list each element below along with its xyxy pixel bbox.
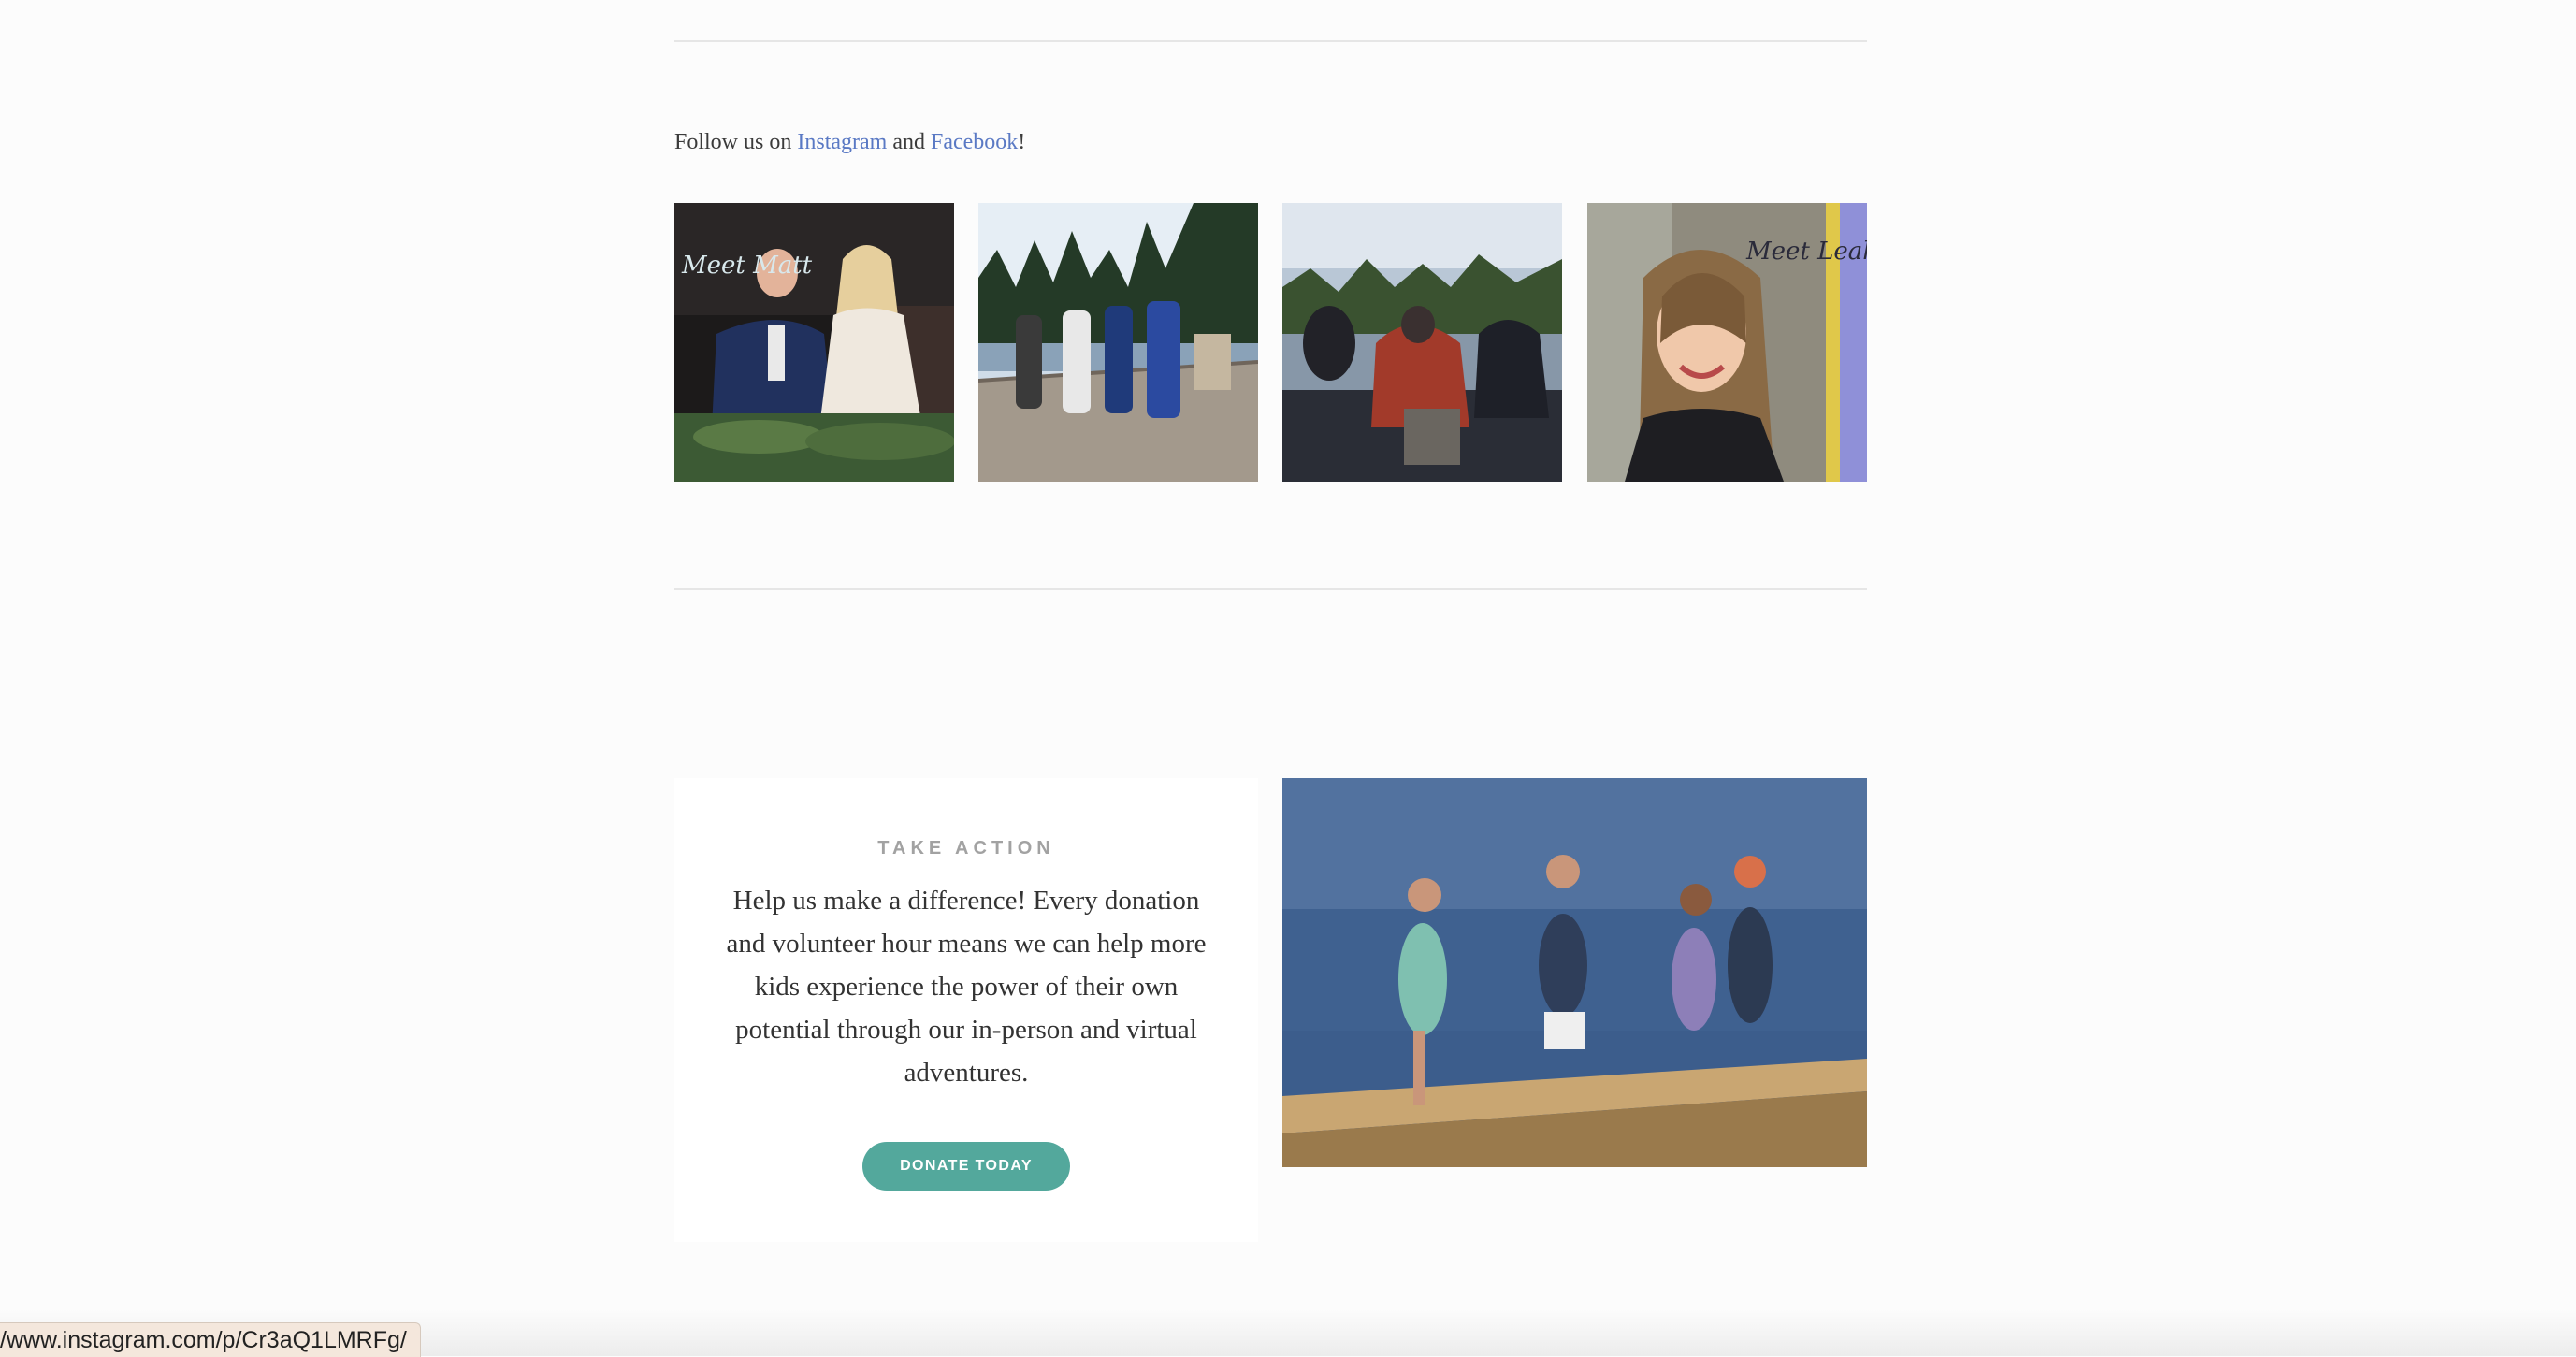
post-1-overlay-text: Meet Matt	[681, 252, 813, 280]
social-follow-text: Follow us on Instagram and Facebook!	[674, 125, 1025, 159]
instagram-post-4[interactable]: Meet Leah	[1587, 203, 1867, 482]
facebook-link[interactable]: Facebook	[931, 130, 1018, 154]
instagram-post-1-image: Meet Matt	[674, 203, 954, 482]
follow-middle: and	[887, 130, 931, 154]
follow-prefix: Follow us on	[674, 130, 798, 154]
instagram-post-1[interactable]: Meet Matt	[674, 203, 954, 482]
instagram-post-2[interactable]	[978, 203, 1258, 482]
take-action-photo	[1282, 778, 1867, 1167]
take-action-card: TAKE ACTION Help us make a difference! E…	[674, 778, 1258, 1242]
instagram-post-3[interactable]	[1282, 203, 1562, 482]
take-action-photo-image	[1282, 778, 1867, 1167]
donate-today-button[interactable]: DONATE TODAY	[862, 1142, 1070, 1191]
divider-top	[674, 40, 1867, 42]
instagram-post-3-image	[1282, 203, 1562, 482]
instagram-post-4-image: Meet Leah	[1587, 203, 1867, 482]
follow-suffix: !	[1018, 130, 1026, 154]
take-action-body: Help us make a difference! Every donatio…	[726, 886, 1207, 1088]
divider-middle	[674, 588, 1867, 590]
take-action-eyebrow: TAKE ACTION	[877, 838, 1055, 859]
instagram-post-2-image	[978, 203, 1258, 482]
post-4-overlay-text: Meet Leah	[1745, 238, 1867, 266]
instagram-link[interactable]: Instagram	[797, 130, 887, 154]
link-status-bar: /www.instagram.com/p/Cr3aQ1LMRFg/	[0, 1322, 421, 1357]
